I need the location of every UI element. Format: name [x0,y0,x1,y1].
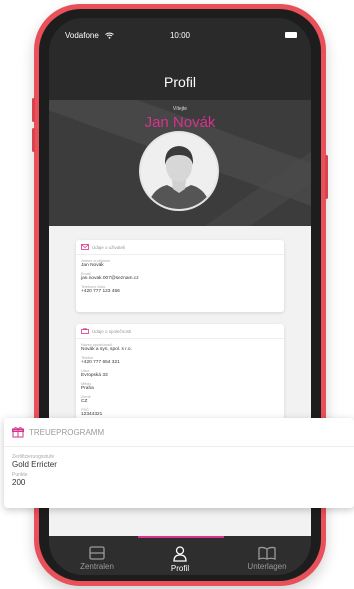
points-value: 200 [12,478,26,487]
mail-icon [81,244,89,250]
loyalty-program-card: TREUEPROGRAMM Zertifizierungsstufe Gold … [4,418,354,508]
field-email: Email jan.novak.007@seznam.cz [76,272,284,281]
field-name: Jméno a příjmení Jan Novák [76,259,284,268]
field-street: Ulice Evropská 33 [76,369,284,378]
active-tab-indicator [138,536,224,538]
clock: 10:00 [169,31,191,40]
field-value: Praha [81,386,94,391]
welcome-caption: Vítejte [172,106,188,112]
tab-label: Unterlagen [247,562,287,571]
popup-title: TREUEPROGRAMM [29,427,105,437]
card-title: Údaje o uživateli [92,244,126,250]
field-value: Novák a syn, spol. s r.o. [81,347,132,352]
status-bar: Vodafone 10:00 [49,18,311,48]
field-company-phone: Telefon +420 777 654 321 [76,356,284,365]
card-header: Údaje o společnosti [76,324,284,339]
field-phone: Telefonní číslo +420 777 123 456 [76,285,284,294]
briefcase-icon [81,328,89,334]
field-value: +420 777 654 321 [81,360,120,365]
level-value: Gold Erricter [12,460,57,469]
building-icon [89,546,105,560]
field-value: +420 777 123 456 [81,289,120,294]
avatar [139,131,219,211]
tab-zentralen[interactable]: Zentralen [57,536,137,575]
field-company-name: Název společnosti Novák a syn, spol. s r… [76,343,284,352]
field-zip: PSČ 12344321 [76,408,284,417]
book-icon [258,546,276,560]
side-button [32,98,35,122]
field-value: Jan Novák [81,263,104,268]
person-icon [173,546,187,562]
battery-icon [285,32,297,38]
page-title: Profil [164,74,196,90]
user-silhouette-icon [141,133,217,209]
side-button [325,155,328,199]
field-city: Město Praha [76,382,284,391]
user-info-card: Údaje o uživateli Jméno a příjmení Jan N… [76,240,284,312]
tab-bar: Zentralen Profil Unterlagen [49,536,311,575]
field-value: CZ [81,399,88,404]
tab-unterlagen[interactable]: Unterlagen [227,536,307,575]
tab-profil[interactable]: Profil [140,536,220,575]
field-value: Evropská 33 [81,373,108,378]
field-value: 12344321 [81,412,103,417]
field-country: Země CZ [76,395,284,404]
tab-label: Profil [170,564,190,573]
card-header: Údaje o uživateli [76,240,284,255]
side-button [32,128,35,152]
tab-label: Zentralen [80,562,114,571]
card-title: Údaje o společnosti [92,328,132,334]
gift-icon [12,426,24,438]
field-value: jan.novak.007@seznam.cz [81,276,139,281]
popup-header: TREUEPROGRAMM [4,418,354,447]
user-name: Jan Novák [144,114,216,131]
